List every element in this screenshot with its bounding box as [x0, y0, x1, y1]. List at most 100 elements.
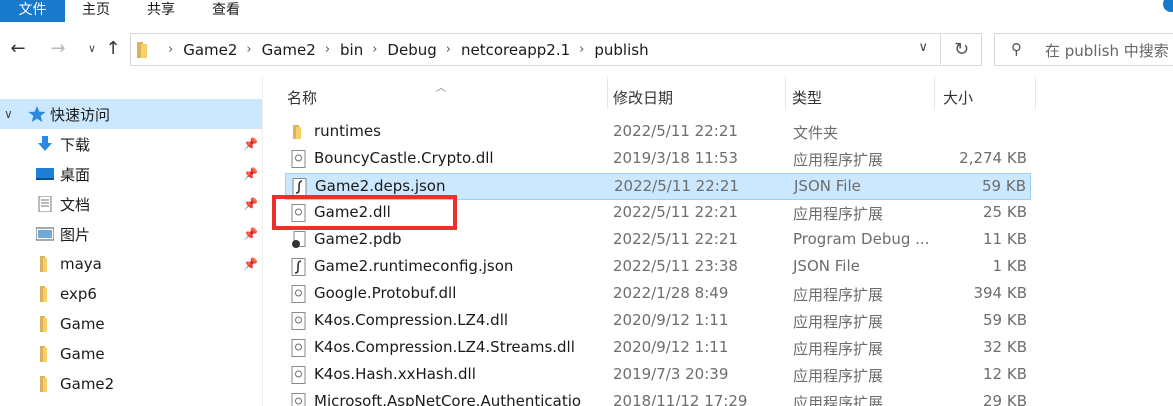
- file-name: K4os.Compression.LZ4.Streams.dll: [314, 338, 575, 356]
- file-size: 25 KB: [983, 203, 1027, 221]
- sidebar-item-maya[interactable]: maya 📌: [0, 249, 262, 279]
- sidebar-item-game[interactable]: Game: [0, 309, 262, 339]
- breadcrumb-item[interactable]: Game2: [262, 41, 316, 59]
- sidebar-item-desktop[interactable]: 桌面 📌: [0, 159, 262, 189]
- chevron-right-icon[interactable]: ›: [446, 42, 451, 57]
- chevron-right-icon[interactable]: ›: [579, 42, 584, 57]
- table-row[interactable]: Game2.runtimeconfig.json 2022/5/11 23:38…: [285, 254, 1031, 281]
- help-icon[interactable]: [1163, 0, 1173, 12]
- refresh-icon[interactable]: ↻: [942, 33, 982, 66]
- file-name: K4os.Hash.xxHash.dll: [314, 365, 476, 383]
- picture-icon: [36, 227, 54, 241]
- folder-icon: [137, 42, 147, 58]
- sidebar-item-pictures[interactable]: 图片 📌: [0, 219, 262, 249]
- sidebar-item-quick-access[interactable]: ∨ 快速访问: [0, 99, 262, 129]
- star-icon: [28, 106, 46, 122]
- sidebar-item-downloads[interactable]: 下载 📌: [0, 129, 262, 159]
- breadcrumb-item[interactable]: Game2: [183, 41, 237, 59]
- chevron-down-icon[interactable]: ∨: [4, 107, 13, 121]
- file-name: Game2.pdb: [314, 230, 402, 248]
- address-dropdown-chevron-icon[interactable]: ∨: [918, 40, 928, 55]
- column-divider[interactable]: [1035, 77, 1036, 109]
- folder-icon: [293, 125, 301, 139]
- sidebar-item-label: 图片: [60, 225, 91, 244]
- file-size: 2,274 KB: [959, 149, 1027, 167]
- file-date: 2022/5/11 22:21: [613, 230, 738, 248]
- column-header-size[interactable]: 大小: [935, 81, 1035, 113]
- column-header-name[interactable]: ︿ 名称: [276, 81, 606, 113]
- sidebar-item-label: 文档: [60, 195, 91, 214]
- column-header-type[interactable]: 类型: [786, 81, 934, 113]
- navigation-pane: ∨ 快速访问 下载 📌 桌面 📌 文档 📌 图片 📌 maya 📌 exp6 G…: [0, 77, 262, 406]
- address-bar[interactable]: › Game2 › Game2 › bin › Debug › netcorea…: [130, 33, 941, 66]
- file-size: 12 KB: [983, 365, 1027, 383]
- folder-icon: [40, 316, 47, 332]
- pin-icon[interactable]: 📌: [243, 257, 258, 271]
- file-type: 应用程序扩展: [793, 286, 884, 304]
- column-header-label: 类型: [792, 89, 823, 107]
- json-icon: [292, 178, 307, 196]
- dll-icon: [291, 285, 306, 303]
- file-type: JSON File: [793, 257, 860, 275]
- breadcrumb-item[interactable]: netcoreapp2.1: [461, 41, 570, 59]
- file-type: 应用程序扩展: [793, 394, 884, 406]
- chevron-right-icon[interactable]: ›: [246, 42, 251, 57]
- file-date: 2020/9/12 1:11: [613, 311, 729, 329]
- table-row[interactable]: K4os.Compression.LZ4.dll 2020/9/12 1:11 …: [285, 308, 1031, 335]
- sidebar-item-documents[interactable]: 文档 📌: [0, 189, 262, 219]
- breadcrumb: › Game2 › Game2 › bin › Debug › netcorea…: [159, 34, 649, 65]
- sidebar-item-game[interactable]: Game: [0, 339, 262, 369]
- file-name: Game2.deps.json: [315, 177, 446, 195]
- chevron-right-icon[interactable]: ›: [372, 42, 377, 57]
- file-size: 32 KB: [983, 338, 1027, 356]
- up-arrow-icon[interactable]: ↑: [101, 36, 125, 62]
- file-name: Game2.runtimeconfig.json: [314, 257, 514, 275]
- tab-file[interactable]: 文件: [0, 0, 65, 22]
- breadcrumb-item[interactable]: bin: [340, 41, 363, 59]
- pane-divider[interactable]: [262, 77, 263, 406]
- file-date: 2020/9/12 1:11: [613, 338, 729, 356]
- table-row[interactable]: K4os.Compression.LZ4.Streams.dll 2020/9/…: [285, 335, 1031, 362]
- chevron-right-icon[interactable]: ›: [168, 42, 173, 57]
- table-row[interactable]: runtimes 2022/5/11 22:21 文件夹: [285, 119, 1031, 146]
- breadcrumb-item[interactable]: Debug: [387, 41, 436, 59]
- back-arrow-icon[interactable]: ←: [6, 36, 30, 62]
- sidebar-item-exp6[interactable]: exp6: [0, 279, 262, 309]
- pin-icon[interactable]: 📌: [243, 197, 258, 211]
- table-row[interactable]: Google.Protobuf.dll 2022/1/28 8:49 应用程序扩…: [285, 281, 1031, 308]
- file-date: 2019/7/3 20:39: [613, 365, 729, 383]
- pin-icon[interactable]: 📌: [243, 167, 258, 181]
- dll-icon: [291, 366, 306, 384]
- tab-home[interactable]: 主页: [82, 0, 110, 22]
- search-icon: ⚲: [1011, 40, 1022, 58]
- file-type: Program Debug ...: [793, 230, 930, 248]
- table-row[interactable]: BouncyCastle.Crypto.dll 2019/3/18 11:53 …: [285, 146, 1031, 173]
- tab-view[interactable]: 查看: [212, 0, 240, 22]
- sidebar-item-label: Game: [60, 345, 105, 363]
- search-box[interactable]: ⚲ 在 publish 中搜索: [994, 33, 1173, 66]
- tab-share[interactable]: 共享: [147, 0, 175, 22]
- table-row[interactable]: K4os.Hash.xxHash.dll 2019/7/3 20:39 应用程序…: [285, 362, 1031, 389]
- pin-icon[interactable]: 📌: [243, 137, 258, 151]
- column-header-date[interactable]: 修改日期: [608, 81, 786, 113]
- file-date: 2019/3/18 11:53: [613, 149, 738, 167]
- table-row[interactable]: Game2.pdb 2022/5/11 22:21 Program Debug …: [285, 227, 1031, 254]
- navigation-bar: ← → ∨ ↑ › Game2 › Game2 › bin › Debug › …: [0, 22, 1173, 77]
- folder-icon: [40, 376, 47, 392]
- file-name: K4os.Compression.LZ4.dll: [314, 311, 509, 329]
- file-type: 文件夹: [793, 124, 839, 142]
- file-name: BouncyCastle.Crypto.dll: [314, 149, 494, 167]
- forward-arrow-icon[interactable]: →: [46, 36, 70, 62]
- pin-icon[interactable]: 📌: [243, 227, 258, 241]
- breadcrumb-item[interactable]: publish: [594, 41, 648, 59]
- file-name: runtimes: [314, 122, 381, 140]
- table-row[interactable]: Microsoft.AspNetCore.Authenticatio 2018/…: [285, 389, 1031, 406]
- dll-icon: [291, 393, 306, 406]
- file-type: 应用程序扩展: [793, 367, 884, 385]
- file-type: 应用程序扩展: [793, 340, 884, 358]
- dll-icon: [291, 150, 306, 168]
- ribbon-tabs: 文件 主页 共享 查看: [0, 0, 1173, 22]
- chevron-right-icon[interactable]: ›: [325, 42, 330, 57]
- sidebar-item-game2[interactable]: Game2: [0, 369, 262, 399]
- file-name: Microsoft.AspNetCore.Authenticatio: [314, 392, 582, 406]
